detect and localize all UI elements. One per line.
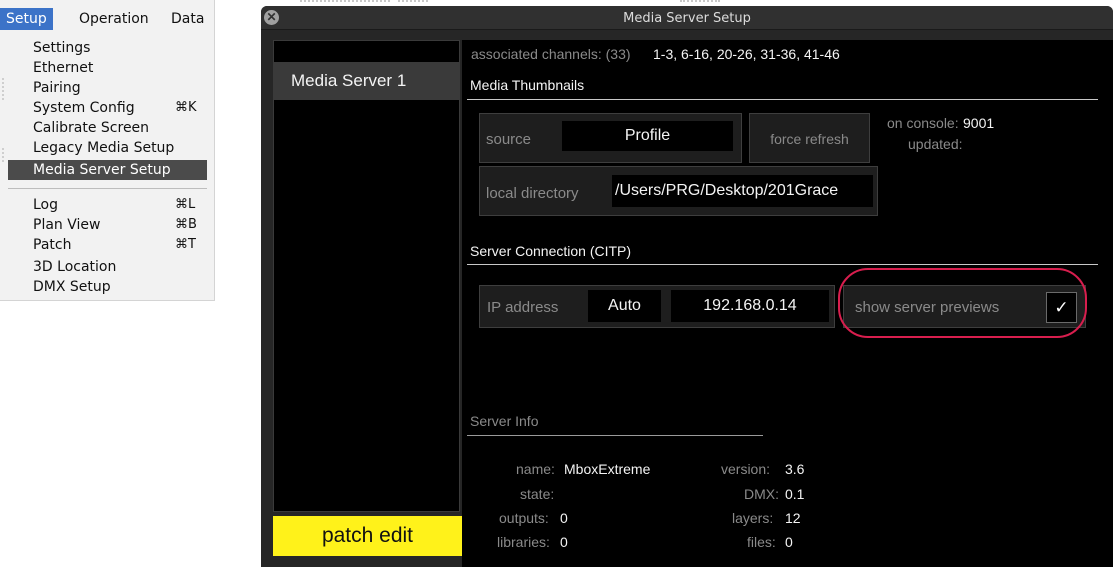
menu-item-settings[interactable]: Settings bbox=[8, 38, 207, 58]
outputs-value: 0 bbox=[560, 510, 568, 526]
source-field[interactable]: Profile bbox=[562, 121, 733, 151]
decorative-dots bbox=[680, 0, 720, 2]
menu-setup[interactable]: Setup bbox=[0, 8, 53, 30]
menu-item-label: 3D Location bbox=[33, 259, 117, 275]
highlight-annotation bbox=[838, 268, 1087, 338]
menu-item-label: Log bbox=[33, 197, 59, 213]
menu-item-plan-view[interactable]: Plan View ⌘B bbox=[8, 215, 207, 235]
window-title: Media Server Setup bbox=[623, 11, 751, 26]
menu-operation[interactable]: Operation bbox=[73, 8, 155, 30]
updated-label: updated: bbox=[908, 136, 963, 152]
dmx-label: DMX: bbox=[744, 486, 779, 502]
associated-channels-value: 1-3, 6-16, 20-26, 31-36, 41-46 bbox=[653, 46, 840, 62]
menu-item-label: Settings bbox=[33, 40, 91, 56]
ip-address-label: IP address bbox=[487, 299, 559, 316]
name-label: name: bbox=[516, 461, 555, 477]
source-label: source bbox=[486, 131, 532, 148]
decorative-dots bbox=[300, 0, 390, 2]
server-list-item[interactable]: Media Server 1 bbox=[274, 62, 459, 100]
state-label: state: bbox=[520, 486, 555, 502]
outputs-label: outputs: bbox=[499, 510, 549, 526]
associated-channels-label: associated channels: (33) bbox=[471, 46, 631, 62]
menu-item-label: Patch bbox=[33, 237, 72, 253]
decorative-dots bbox=[2, 148, 4, 162]
version-value: 3.6 bbox=[785, 461, 805, 477]
menu-item-calibrate-screen[interactable]: Calibrate Screen bbox=[8, 118, 207, 138]
libraries-label: libraries: bbox=[497, 534, 550, 550]
menu-item-log[interactable]: Log ⌘L bbox=[8, 195, 207, 215]
menu-bar: Setup Operation Data bbox=[0, 8, 215, 30]
server-list: Media Server 1 bbox=[273, 40, 460, 512]
section-divider bbox=[467, 435, 763, 436]
files-label: files: bbox=[747, 534, 776, 550]
menu-item-label: Ethernet bbox=[33, 60, 94, 76]
menu-item-pairing[interactable]: Pairing bbox=[8, 78, 207, 98]
layers-label: layers: bbox=[732, 510, 774, 526]
force-refresh-button[interactable]: force refresh bbox=[749, 113, 870, 163]
decorative-dots bbox=[398, 0, 428, 2]
version-label: version: bbox=[721, 461, 771, 477]
on-console-label: on console: bbox=[887, 115, 959, 131]
server-connection-heading: Server Connection (CITP) bbox=[470, 243, 632, 259]
section-divider bbox=[467, 264, 1098, 265]
menu-item-label: Calibrate Screen bbox=[33, 120, 150, 136]
setup-menu: Setup Operation Data Settings Ethernet P… bbox=[0, 0, 215, 301]
ip-address-group: IP address Auto 192.168.0.14 bbox=[479, 285, 835, 328]
menu-item-label: Legacy Media Setup bbox=[33, 140, 175, 156]
menu-item-patch[interactable]: Patch ⌘T bbox=[8, 235, 207, 255]
menu-item-label: Media Server Setup bbox=[33, 162, 171, 178]
menu-item-dmx-setup[interactable]: DMX Setup bbox=[8, 277, 207, 297]
menu-item-system-config[interactable]: System Config ⌘K bbox=[8, 98, 207, 118]
thumbnail-source-group: source Profile bbox=[479, 113, 742, 163]
on-console-value: 9001 bbox=[963, 115, 995, 131]
media-thumbnails-heading: Media Thumbnails bbox=[470, 77, 585, 93]
menu-item-3d-location[interactable]: 3D Location bbox=[8, 257, 207, 277]
decorative-dots bbox=[2, 78, 4, 100]
menu-item-media-server-setup[interactable]: Media Server Setup bbox=[8, 160, 207, 180]
patch-edit-button[interactable]: patch edit bbox=[273, 516, 462, 556]
local-directory-label: local directory bbox=[486, 185, 579, 202]
menu-item-ethernet[interactable]: Ethernet bbox=[8, 58, 207, 78]
ip-mode-field[interactable]: Auto bbox=[588, 290, 661, 322]
name-value: MboxExtreme bbox=[564, 461, 651, 477]
force-refresh-label: force refresh bbox=[770, 131, 849, 147]
title-bar: ✕ Media Server Setup bbox=[261, 6, 1113, 30]
menu-separator bbox=[8, 188, 207, 189]
layers-value: 12 bbox=[785, 510, 801, 526]
server-info-heading: Server Info bbox=[470, 413, 539, 429]
ip-address-field[interactable]: 192.168.0.14 bbox=[671, 290, 829, 322]
menu-shortcut: ⌘T bbox=[175, 237, 196, 252]
menu-item-label: Pairing bbox=[33, 80, 81, 96]
menu-shortcut: ⌘B bbox=[175, 217, 197, 232]
menu-data[interactable]: Data bbox=[165, 8, 210, 30]
menu-item-label: Plan View bbox=[33, 217, 101, 233]
libraries-value: 0 bbox=[560, 534, 568, 550]
local-directory-group: local directory /Users/PRG/Desktop/201Gr… bbox=[479, 166, 878, 216]
local-directory-field[interactable]: /Users/PRG/Desktop/201Grace bbox=[612, 175, 873, 207]
menu-shortcut: ⌘K bbox=[175, 100, 197, 115]
menu-item-legacy-media-setup[interactable]: Legacy Media Setup bbox=[8, 138, 207, 158]
menu-item-label: System Config bbox=[33, 100, 135, 116]
menu-shortcut: ⌘L bbox=[175, 197, 196, 212]
menu-item-label: DMX Setup bbox=[33, 279, 111, 295]
files-value: 0 bbox=[785, 534, 793, 550]
section-divider bbox=[467, 99, 1098, 100]
dmx-value: 0.1 bbox=[785, 486, 805, 502]
